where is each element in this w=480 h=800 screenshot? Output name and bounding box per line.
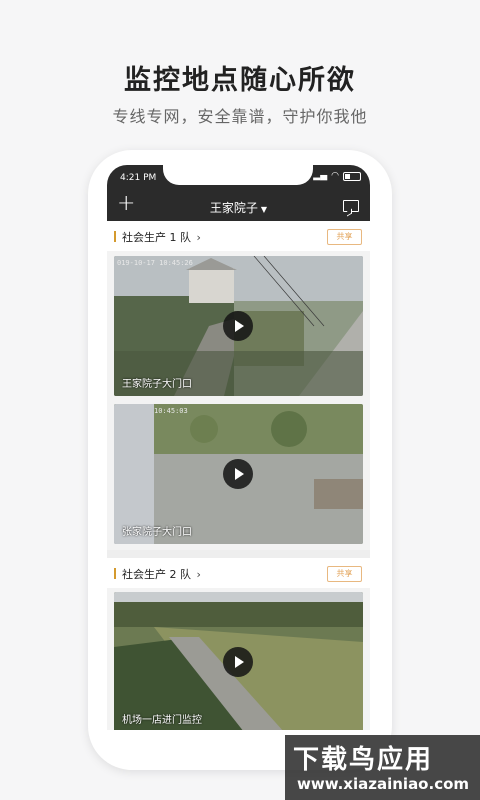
group-title: 社会生产 1 队 › [122, 231, 201, 244]
battery-icon [343, 172, 361, 181]
promo-title: 监控地点随心所欲 [124, 65, 356, 96]
share-button[interactable]: 共享 [327, 566, 362, 582]
group-accent-bar [114, 231, 116, 242]
status-bar: 4:21 PM ▂▄ ◠ [107, 165, 370, 191]
chat-screen-icon[interactable] [343, 200, 359, 212]
watermark-url: www.xiazainiao.com [297, 775, 470, 793]
phone-notch [163, 165, 313, 185]
play-icon[interactable] [223, 311, 253, 341]
promo-subtitle: 专线专网，安全靠谱，守护你我他 [112, 107, 368, 126]
phone-screen: 4:21 PM ▂▄ ◠ + 王家院子 ▼ 社会生产 1 队 › 共享 019-… [107, 165, 370, 730]
location-selector[interactable]: 王家院子 ▼ [107, 199, 370, 216]
top-nav: + 王家院子 ▼ [107, 191, 370, 221]
chevron-right-icon: › [193, 231, 201, 244]
share-button[interactable]: 共享 [327, 229, 362, 245]
chevron-right-icon: › [193, 568, 201, 581]
camera-name: 张家院子大门口 [122, 527, 192, 538]
camera-tile[interactable]: 机场一店进门监控 [114, 592, 363, 730]
camera-list: 社会生产 1 队 › 共享 019-10-17 10:45:26 王家院子大门口 [107, 221, 370, 730]
play-icon[interactable] [223, 647, 253, 677]
status-time: 4:21 PM [120, 173, 157, 183]
caret-down-icon: ▼ [260, 205, 268, 214]
group-title: 社会生产 2 队 › [122, 568, 201, 581]
camera-name: 王家院子大门口 [122, 379, 192, 390]
status-icons: ▂▄ ◠ [313, 172, 361, 181]
location-title: 王家院子 [209, 201, 258, 215]
section-divider [107, 550, 370, 558]
camera-tile[interactable]: 019-10-17 10:45:26 王家院子大门口 [114, 256, 363, 396]
group-header[interactable]: 社会生产 2 队 › 共享 [107, 558, 370, 588]
watermark-title: 下载鸟应用 [293, 745, 434, 775]
camera-name: 机场一店进门监控 [122, 715, 202, 726]
watermark-logo: 下载鸟应用 www.xiazainiao.com [285, 735, 480, 800]
camera-tile[interactable]: 10:45:03 张家院子大门口 [114, 404, 363, 544]
camera-timestamp: 019-10-17 10:45:26 [117, 259, 193, 267]
play-icon[interactable] [223, 459, 253, 489]
signal-icon: ▂▄ [313, 171, 328, 181]
camera-timestamp: 10:45:03 [154, 407, 188, 415]
wifi-icon: ◠ [331, 171, 339, 181]
group-header[interactable]: 社会生产 1 队 › 共享 [107, 221, 370, 251]
group-accent-bar [114, 568, 116, 579]
